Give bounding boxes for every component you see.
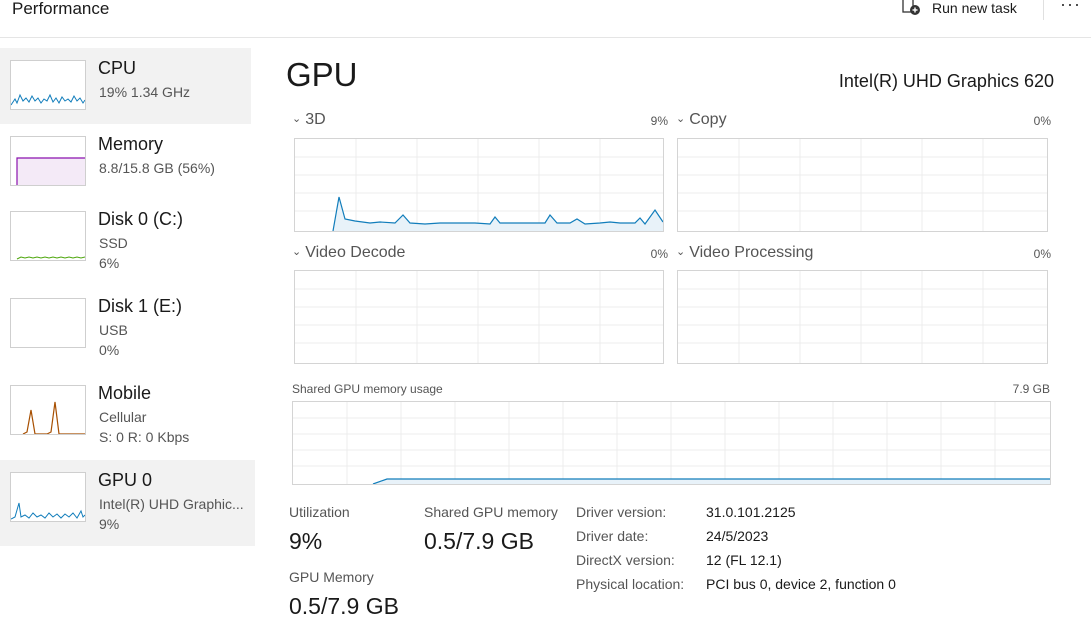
chevron-down-icon: ⌄ bbox=[292, 113, 302, 125]
physical-location-key: Physical location: bbox=[576, 576, 685, 592]
panel-title: GPU bbox=[286, 56, 358, 93]
shared-memory-label: Shared GPU memory bbox=[424, 504, 558, 520]
gpu-model-name: Intel(R) UHD Graphics 620 bbox=[838, 71, 1054, 91]
sidebar-item-gpu-0[interactable]: GPU 0 Intel(R) UHD Graphic... 9% bbox=[0, 460, 255, 546]
sidebar-item-detail: Cellular bbox=[99, 409, 147, 425]
title-bar: Performance Run new task ··· bbox=[0, 0, 1091, 38]
engine-percent: 0% bbox=[1033, 247, 1051, 261]
engine-3d-graph bbox=[294, 138, 664, 232]
chevron-down-icon: ⌄ bbox=[292, 246, 302, 258]
gpu-memory-value: 0.5/7.9 GB bbox=[289, 593, 399, 619]
driver-version-value: 31.0.101.2125 bbox=[706, 504, 796, 520]
engine-label: 3D bbox=[305, 111, 326, 128]
sidebar-item-memory[interactable]: Memory 8.8/15.8 GB (56%) bbox=[0, 124, 251, 200]
sidebar-item-detail: Intel(R) UHD Graphic... bbox=[99, 496, 244, 512]
memory-thumbnail-graph bbox=[10, 136, 86, 186]
sidebar-item-name: GPU 0 bbox=[98, 470, 153, 490]
utilization-label: Utilization bbox=[289, 504, 350, 520]
sidebar-item-detail: 19% 1.34 GHz bbox=[99, 84, 191, 100]
chevron-down-icon: ⌄ bbox=[676, 246, 686, 258]
sidebar-item-value: 9% bbox=[99, 516, 120, 532]
cpu-thumbnail-graph bbox=[10, 60, 86, 110]
sidebar-item-name: Disk 1 (E:) bbox=[98, 296, 183, 316]
sidebar-item-name: Mobile bbox=[98, 383, 152, 403]
directx-version-key: DirectX version: bbox=[576, 552, 675, 568]
physical-location-value: PCI bus 0, device 2, function 0 bbox=[706, 576, 896, 592]
sidebar-item-name: Disk 0 (C:) bbox=[98, 209, 183, 229]
mobile-thumbnail-graph bbox=[10, 385, 86, 435]
new-task-icon bbox=[902, 0, 922, 19]
engine-percent: 0% bbox=[1033, 114, 1051, 128]
driver-version-key: Driver version: bbox=[576, 504, 667, 520]
engine-selector-video-processing[interactable]: ⌄ Video Processing bbox=[676, 244, 813, 262]
engine-selector-video-decode[interactable]: ⌄ Video Decode bbox=[292, 244, 405, 262]
engine-selector-3d[interactable]: ⌄ 3D bbox=[292, 111, 326, 129]
sidebar-item-value: S: 0 R: 0 Kbps bbox=[99, 429, 190, 445]
sidebar-item-name: CPU bbox=[98, 58, 137, 78]
sidebar-item-disk-1[interactable]: Disk 1 (E:) USB 0% bbox=[0, 286, 251, 362]
chevron-down-icon: ⌄ bbox=[676, 113, 686, 125]
shared-memory-graph bbox=[292, 401, 1051, 485]
sidebar-item-value: 6% bbox=[99, 255, 120, 271]
engine-label: Video Processing bbox=[689, 244, 814, 261]
run-new-task-button[interactable]: Run new task bbox=[902, 0, 1017, 19]
resource-sidebar: CPU 19% 1.34 GHz Memory 8.8/15.8 GB (56%… bbox=[0, 38, 256, 624]
directx-version-value: 12 (FL 12.1) bbox=[706, 552, 782, 568]
driver-date-value: 24/5/2023 bbox=[706, 528, 769, 544]
gpu-memory-label: GPU Memory bbox=[289, 569, 374, 585]
engine-percent: 0% bbox=[650, 247, 668, 261]
engine-video-processing-graph bbox=[677, 270, 1048, 364]
sidebar-item-detail: USB bbox=[99, 322, 128, 338]
engine-copy-graph bbox=[677, 138, 1048, 232]
shared-memory-graph-label: Shared GPU memory usage bbox=[292, 382, 443, 396]
sidebar-item-cpu[interactable]: CPU 19% 1.34 GHz bbox=[0, 48, 251, 124]
sidebar-item-disk-0[interactable]: Disk 0 (C:) SSD 6% bbox=[0, 199, 251, 275]
engine-percent: 9% bbox=[650, 114, 668, 128]
page-title: Performance bbox=[12, 0, 110, 18]
engine-video-decode-graph bbox=[294, 270, 664, 364]
engine-selector-copy[interactable]: ⌄ Copy bbox=[676, 111, 727, 129]
engine-label: Video Decode bbox=[305, 244, 406, 261]
run-new-task-label: Run new task bbox=[932, 0, 1017, 16]
shared-memory-value: 0.5/7.9 GB bbox=[424, 528, 534, 554]
sidebar-item-name: Memory bbox=[98, 134, 164, 154]
sidebar-item-value: 0% bbox=[99, 342, 120, 358]
sidebar-item-mobile[interactable]: Mobile Cellular S: 0 R: 0 Kbps bbox=[0, 373, 251, 449]
sidebar-item-detail: SSD bbox=[99, 235, 128, 251]
gpu-detail-panel: GPU Intel(R) UHD Graphics 620 ⌄ 3D 9% ⌄ Co… bbox=[276, 38, 1076, 624]
shared-memory-graph-max: 7.9 GB bbox=[1012, 382, 1050, 396]
more-options-icon[interactable]: ··· bbox=[1060, 0, 1081, 15]
gpu-0-thumbnail-graph bbox=[10, 472, 86, 522]
toolbar-divider bbox=[1043, 0, 1044, 20]
driver-date-key: Driver date: bbox=[576, 528, 649, 544]
disk-0-thumbnail-graph bbox=[10, 211, 86, 261]
engine-label: Copy bbox=[689, 111, 727, 128]
utilization-value: 9% bbox=[289, 528, 323, 554]
sidebar-item-detail: 8.8/15.8 GB (56%) bbox=[99, 160, 215, 176]
disk-1-thumbnail-graph bbox=[10, 298, 86, 348]
